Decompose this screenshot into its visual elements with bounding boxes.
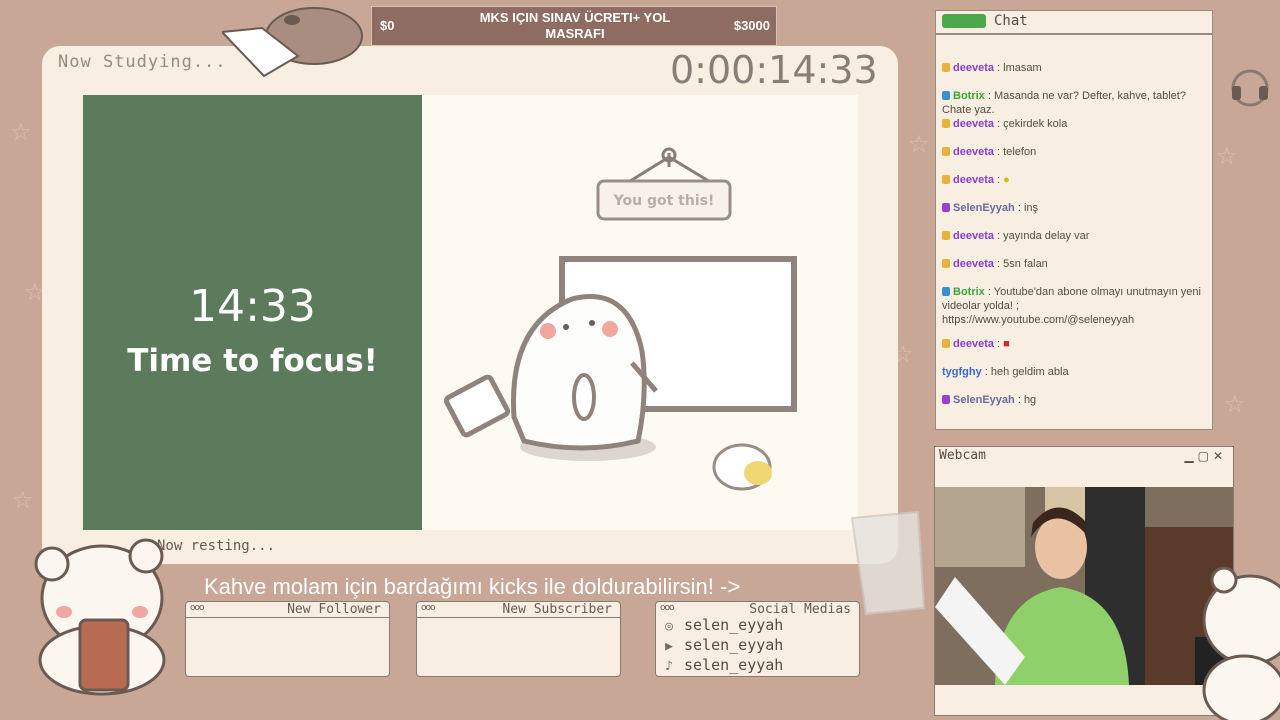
headphones-icon <box>1231 69 1269 107</box>
chat-header: Chat <box>936 11 1212 35</box>
chat-message: deeveta : ■ <box>942 337 1208 351</box>
goal-min: $0 <box>380 18 395 33</box>
new-follower-title: New Follower <box>287 602 381 617</box>
timer-value: 14:33 <box>189 281 316 332</box>
chat-message: SelenEyyah : inş <box>942 201 1208 215</box>
ghost-illustration: You got this! <box>443 147 797 491</box>
chat-message: deeveta : çekirdek kola <box>942 117 1208 131</box>
new-follower-panel: ooo New Follower <box>185 601 390 677</box>
now-studying-label: Now Studying... <box>58 52 227 72</box>
star-icon: ☆ <box>12 486 34 514</box>
study-panel: Now Studying... 0:00:14:33 14:33 Time to… <box>42 46 898 564</box>
chat-message: Botrix : Youtube'dan abone olmayı unutma… <box>942 286 1201 326</box>
star-icon: ☆ <box>1216 142 1238 170</box>
youtube-icon: ▶ <box>665 639 673 654</box>
chat-window-icon <box>942 14 986 28</box>
badge-icon <box>942 395 950 404</box>
emote-icon: ● <box>1003 174 1010 186</box>
chat-message: deeveta : yayında delay var <box>942 229 1208 243</box>
window-dots-icon: ooo <box>190 603 204 613</box>
badge-icon <box>942 339 950 348</box>
glass-decoration <box>850 510 926 616</box>
star-icon: ☆ <box>908 130 930 158</box>
tiktok-icon: ♪ <box>665 659 673 674</box>
donation-goal-bar: $0 MKS IÇIN SINAV ÜCRETI+ YOL MASRAFI $3… <box>371 6 777 46</box>
window-controls[interactable]: ▁▢✕ <box>1184 449 1227 463</box>
new-subscriber-title: New Subscriber <box>502 602 612 617</box>
social-medias-panel: ooo Social Medias ◎ selen_eyyah ▶ selen_ey… <box>655 601 860 677</box>
pomodoro-timer: 14:33 Time to focus! <box>83 95 422 530</box>
badge-icon <box>942 119 950 128</box>
bear-decoration-right <box>1202 566 1280 720</box>
badge-icon <box>942 63 950 72</box>
webcam-title: Webcam <box>939 448 986 463</box>
emote-icon: ■ <box>1003 338 1010 350</box>
chat-panel: Chat deeveta : lmasam Botrix : Masanda n… <box>935 10 1213 430</box>
badge-icon <box>942 91 950 100</box>
badge-icon <box>942 259 950 268</box>
star-icon: ☆ <box>10 118 32 146</box>
star-icon: ☆ <box>1224 390 1246 418</box>
badge-icon <box>942 231 950 240</box>
chat-message: deeveta : telefon <box>942 145 1208 159</box>
goal-title: MKS IÇIN SINAV ÜCRETI+ YOL MASRAFI <box>479 10 671 41</box>
social-row-tiktok: ♪ selen_eyyah <box>660 656 783 674</box>
chat-title: Chat <box>994 13 1028 29</box>
elapsed-clock: 0:00:14:33 <box>670 48 878 92</box>
social-row-youtube: ▶ selen_eyyah <box>660 636 783 654</box>
badge-icon <box>942 203 950 212</box>
chat-message: SelenEyyah : hg <box>942 393 1208 407</box>
chat-message: deeveta : ● <box>942 173 1208 187</box>
capybara-reading-decoration <box>222 7 363 78</box>
badge-icon <box>942 147 950 156</box>
social-medias-title: Social Medias <box>749 602 851 617</box>
chat-message: tygfghy : heh geldim abla <box>942 366 1069 378</box>
instagram-icon: ◎ <box>665 619 673 634</box>
chat-message: Botrix : Masanda ne var? Defter, kahve, … <box>942 90 1186 116</box>
window-dots-icon: ooo <box>660 603 674 613</box>
kicks-ticker: Kahve molam için bardağımı kicks ile dol… <box>204 574 741 599</box>
timer-message: Time to focus! <box>127 343 378 379</box>
badge-icon <box>942 287 950 296</box>
chat-message: deeveta : lmasam <box>942 61 1208 75</box>
study-illustration: You got this! <box>422 95 858 530</box>
bear-with-drink-decoration <box>34 538 166 696</box>
badge-icon <box>942 175 950 184</box>
chat-message: deeveta : 5sn falan <box>942 257 1208 271</box>
window-dots-icon: ooo <box>421 603 435 613</box>
social-row-instagram: ◎ selen_eyyah <box>660 616 783 634</box>
new-subscriber-panel: ooo New Subscriber <box>416 601 621 677</box>
sign-text: You got this! <box>613 193 715 209</box>
goal-max: $3000 <box>733 18 770 33</box>
